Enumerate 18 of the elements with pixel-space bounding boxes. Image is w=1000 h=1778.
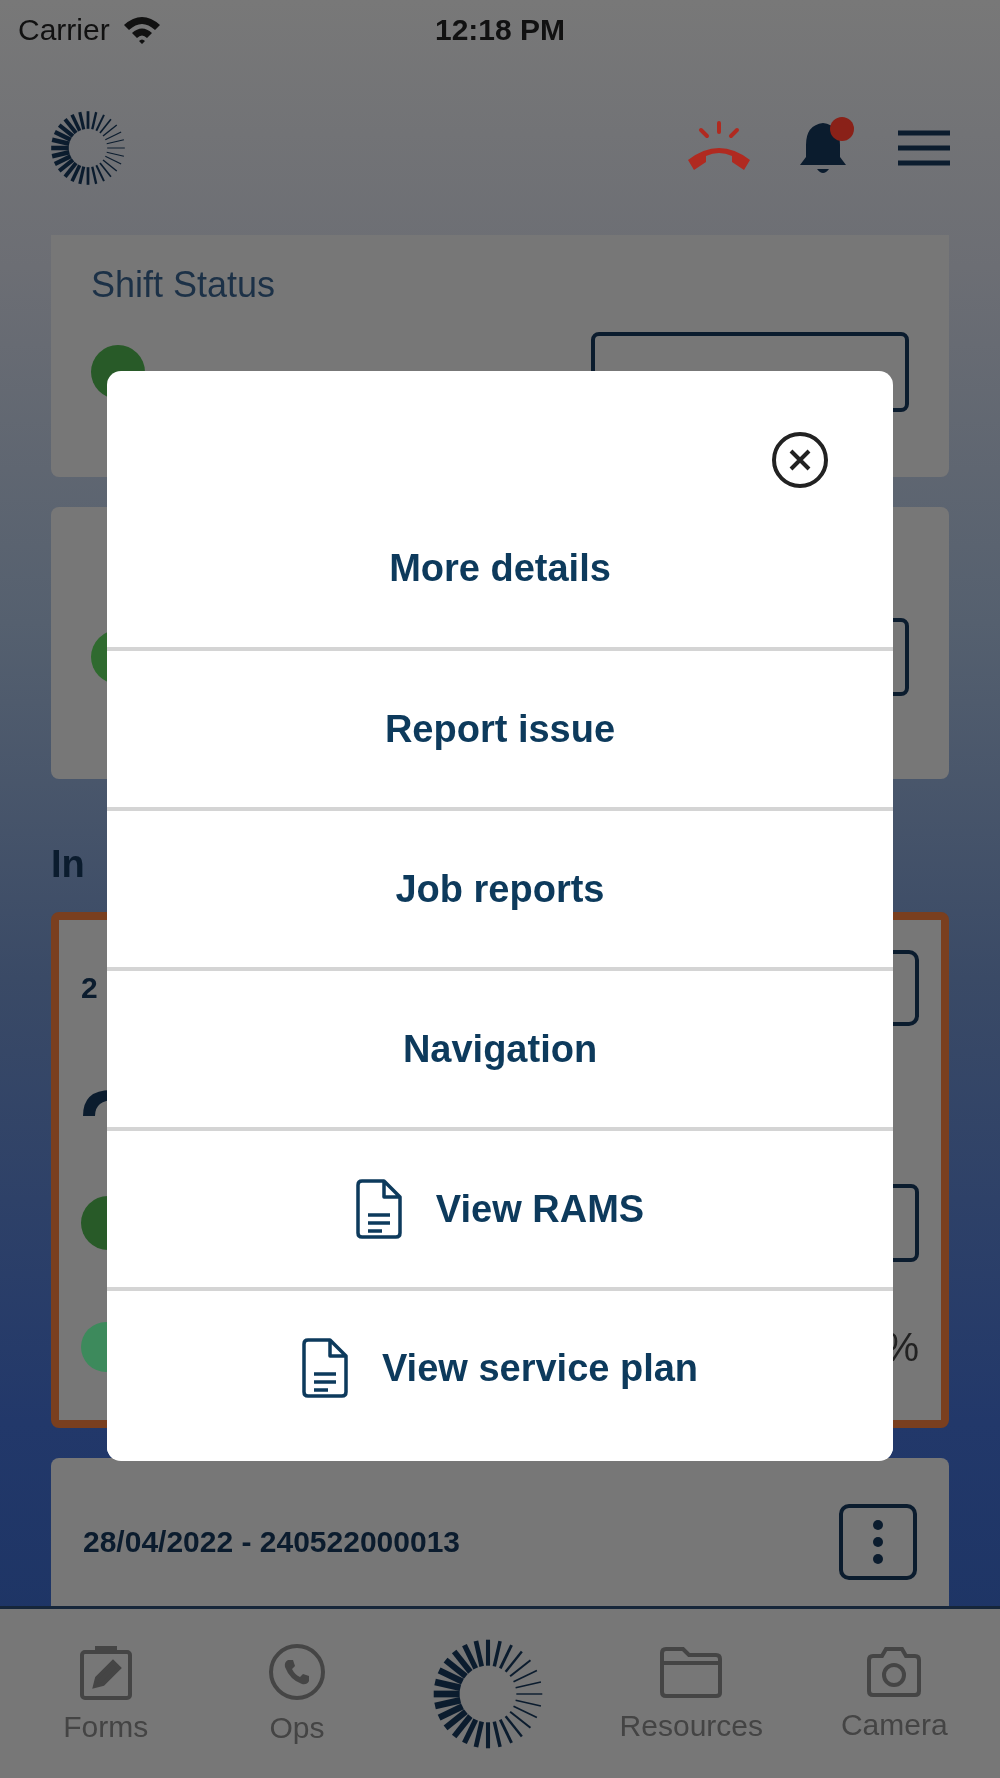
clipboard-pencil-icon (78, 1643, 133, 1700)
carrier-label: Carrier (18, 13, 110, 47)
close-button[interactable] (771, 431, 829, 489)
job-date-reference: 28/04/2022 - 240522000013 (83, 1525, 461, 1559)
close-icon (771, 431, 829, 489)
document-icon (301, 1338, 348, 1398)
job-date-reference: 2 (81, 971, 98, 1005)
section-heading: In (51, 843, 86, 886)
job-card[interactable]: 28/04/2022 - 240522000013 (51, 1458, 949, 1606)
card-title: Shift Status (91, 264, 277, 306)
phone-icon (267, 1642, 326, 1701)
clock-time: 12:18 PM (434, 13, 566, 47)
menu-item[interactable]: View service plan (107, 1287, 893, 1459)
camera-icon (865, 1645, 924, 1698)
more-options-button[interactable] (839, 1504, 917, 1580)
menu-icon[interactable] (898, 129, 950, 166)
document-icon (355, 1179, 402, 1239)
folder-icon (659, 1644, 724, 1699)
